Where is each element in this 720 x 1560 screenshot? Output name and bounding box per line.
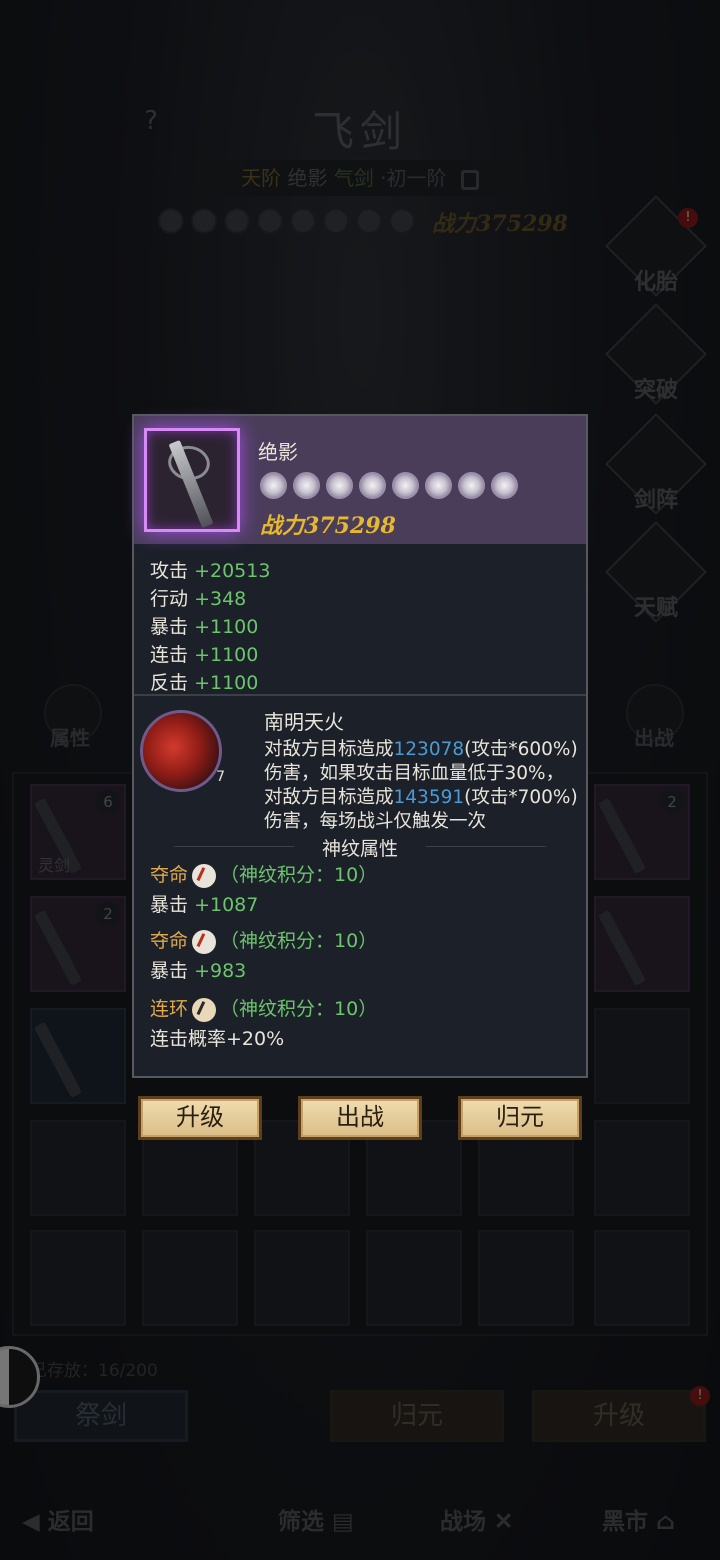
stat-value: +1100 [194,616,259,638]
damage-value: 143591 [393,787,465,808]
stat-label: 连击 [150,644,189,666]
power-label: 战力 [260,513,305,539]
deploy-button[interactable]: 出战 [298,1096,422,1140]
rune-name: 夺命 [150,930,189,952]
rune-stat: 暴击 +1087 [150,894,259,916]
rune-points: （神纹积分：10） [220,930,378,952]
rune-name: 夺命 [150,864,189,886]
skill-level: 7 [216,769,225,785]
rune-points: （神纹积分：10） [220,864,378,886]
stat-label: 反击 [150,672,189,694]
divider [134,694,586,696]
rune-stat: 连击概率+20% [150,1028,285,1050]
star-rating [260,472,518,499]
rune-icon [192,929,217,954]
sword-name: 绝影 [258,440,298,464]
stat-value: +1100 [194,672,259,694]
stat-label: 行动 [150,588,189,610]
star-icon [260,472,287,499]
skill-description: 对敌方目标造成123078(攻击*600%)伤害，如果攻击目标血量低于30%，对… [264,739,578,832]
upgrade-button[interactable]: 升级 [138,1096,262,1140]
rune-section-title: 神纹属性 [134,834,586,861]
rune-stat: 暴击 +983 [150,960,247,982]
star-icon [491,472,518,499]
stat-row: 暴击 +1100 [150,612,258,639]
rune-name: 连环 [150,998,189,1020]
star-icon [293,472,320,499]
star-icon [326,472,353,499]
stat-label: 暴击 [150,616,189,638]
sword-icon-frame [144,428,240,532]
rune-icon [192,863,217,888]
power-value: 375298 [304,513,396,539]
skill-name: 南明天火 [264,710,344,734]
damage-value: 123078 [393,739,465,760]
rune-icon [192,997,217,1022]
rune-row: 夺命 （神纹积分：10） [150,860,377,888]
stat-label: 攻击 [150,560,189,582]
stat-row: 连击 +1100 [150,640,258,667]
stat-value: +20513 [194,560,271,582]
stat-row: 攻击 +20513 [150,556,270,583]
stat-value: +348 [194,588,247,610]
skill-fire-icon: 7 [140,710,225,792]
star-icon [359,472,386,499]
star-icon [458,472,485,499]
rune-row: 夺命 （神纹积分：10） [150,926,377,954]
rune-row: 连环 （神纹积分：10） [150,994,377,1022]
stat-row: 反击 +1100 [150,668,258,695]
sword-detail-popup: 绝影 战力375298 攻击 +20513 行动 +348 暴击 +1100 连… [132,414,588,1078]
star-icon [392,472,419,499]
sword-power: 战力375298 [260,508,396,540]
rune-points: （神纹积分：10） [220,998,378,1020]
star-icon [425,472,452,499]
return-origin-popup-button[interactable]: 归元 [458,1096,582,1140]
stat-value: +1100 [194,644,259,666]
stat-row: 行动 +348 [150,584,246,611]
